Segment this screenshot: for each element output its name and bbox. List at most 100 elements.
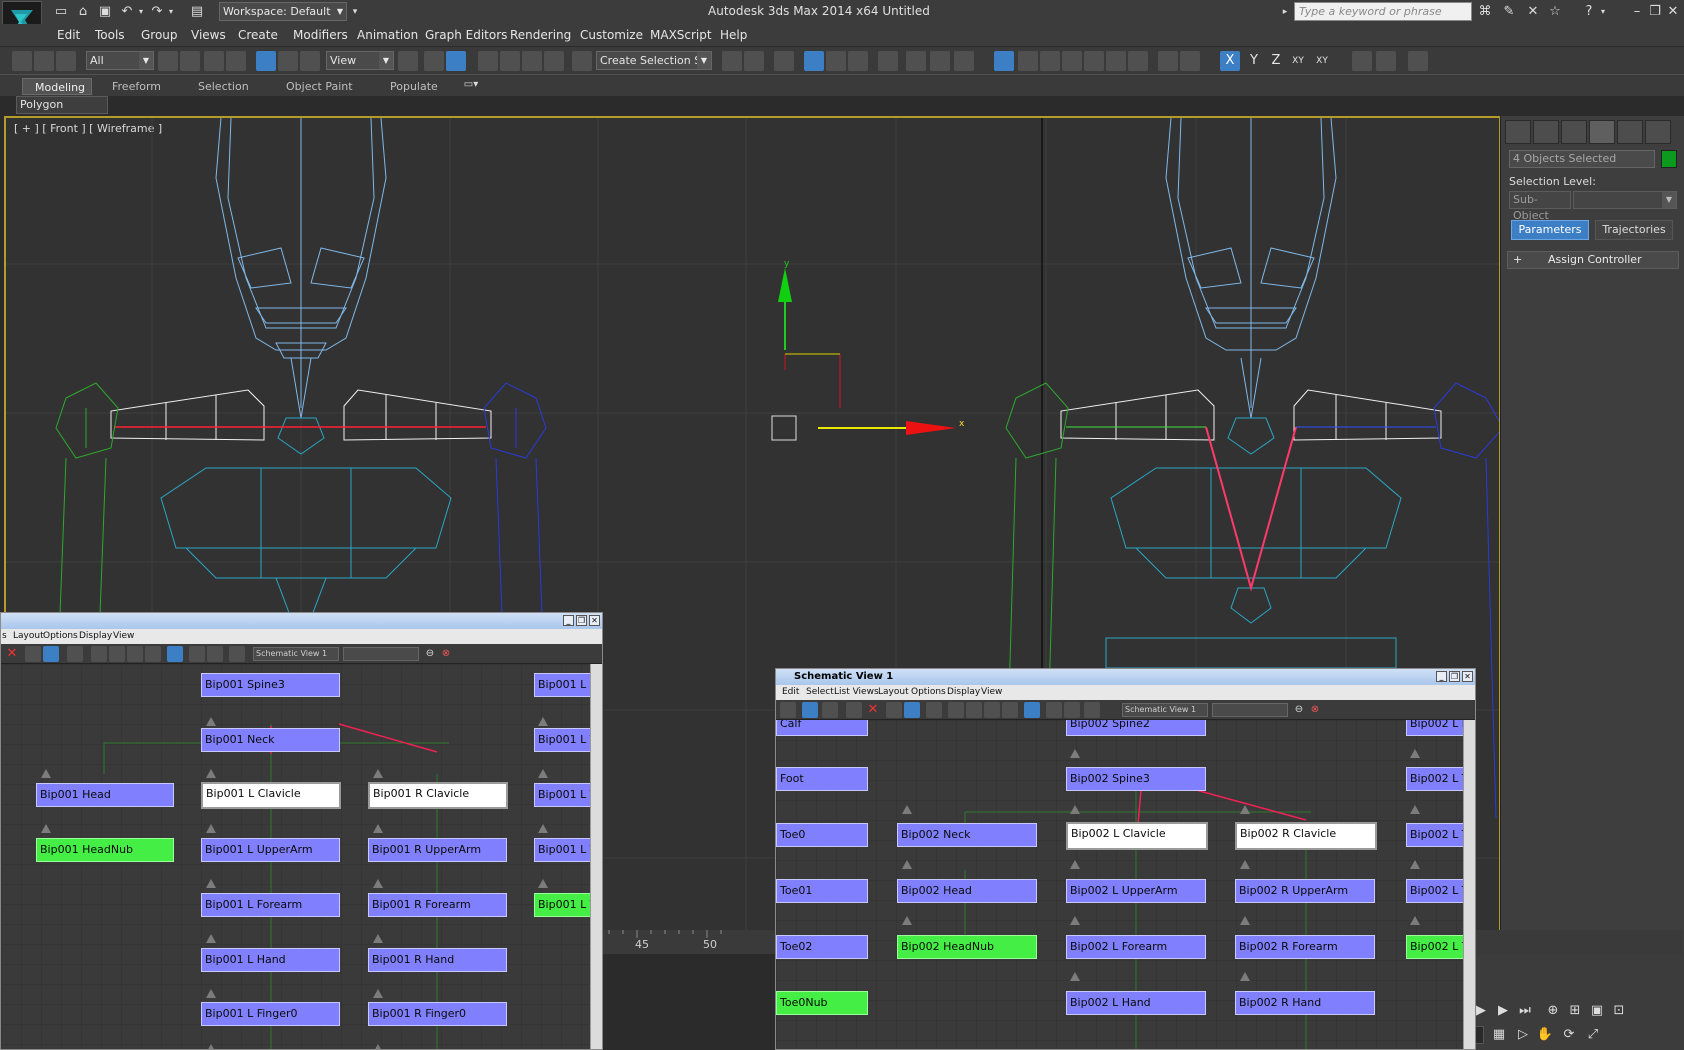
expand-node-icon[interactable] bbox=[373, 989, 383, 998]
connect-icon[interactable] bbox=[822, 702, 838, 718]
schematic-node[interactable]: Bip001 L UpperArm bbox=[201, 838, 340, 862]
menu-animation[interactable]: Animation bbox=[357, 28, 418, 42]
menu-modifiers[interactable]: Modifiers bbox=[293, 28, 348, 42]
vertical-scrollbar[interactable] bbox=[590, 664, 602, 1049]
curve-editor-icon[interactable] bbox=[826, 51, 846, 71]
help-dropdown-icon[interactable]: ▾ bbox=[1594, 3, 1612, 21]
expand-node-icon[interactable] bbox=[1240, 916, 1250, 925]
create-tab-icon[interactable] bbox=[1505, 120, 1531, 144]
open-file-icon[interactable]: ⌂ bbox=[74, 3, 92, 21]
axis-xy-button[interactable]: XY bbox=[1288, 51, 1308, 71]
scale-icon[interactable] bbox=[300, 51, 320, 71]
expand-node-icon[interactable] bbox=[1410, 805, 1420, 814]
time-config-icon[interactable]: ▦ bbox=[1490, 1026, 1508, 1044]
select-by-name-icon[interactable] bbox=[180, 51, 200, 71]
expand-node-icon[interactable] bbox=[902, 916, 912, 925]
pan-hand-icon[interactable]: ✋ bbox=[1536, 1026, 1554, 1044]
menu-layout[interactable]: Layout bbox=[13, 629, 44, 644]
workspace-dropdown[interactable]: Workspace: Default ▼ bbox=[219, 2, 347, 21]
expand-node-icon[interactable] bbox=[206, 879, 216, 888]
menu-views[interactable]: Views bbox=[191, 28, 226, 42]
zoom-icon[interactable]: ⊕ bbox=[1544, 1002, 1562, 1020]
schematic-node[interactable]: Bip002 L Hand bbox=[1066, 991, 1206, 1015]
schematic-node[interactable]: Bip002 Head bbox=[897, 879, 1037, 903]
expand-node-icon[interactable] bbox=[1070, 749, 1080, 758]
search-arrow-icon[interactable]: ▸ bbox=[1276, 3, 1294, 21]
expand-node-icon[interactable] bbox=[1410, 749, 1420, 758]
expand-node-icon[interactable] bbox=[373, 879, 383, 888]
tab-selection[interactable]: Selection bbox=[186, 78, 261, 95]
schem-tool-7-icon[interactable] bbox=[145, 646, 161, 662]
layer-manager-icon[interactable] bbox=[774, 51, 794, 71]
restore-icon[interactable]: ❐ bbox=[1449, 671, 1460, 682]
schematic-node[interactable]: Bip001 L To bbox=[534, 893, 590, 917]
selection-filter-dropdown[interactable]: All ▼ bbox=[86, 51, 154, 70]
menu-list-views[interactable]: List Views bbox=[834, 685, 879, 700]
schem-tool-11-icon[interactable] bbox=[1084, 702, 1100, 718]
select-manipulate-icon[interactable] bbox=[424, 51, 444, 71]
biped-tool-2-icon[interactable] bbox=[1040, 51, 1060, 71]
motion-tab-icon[interactable] bbox=[1589, 120, 1615, 144]
menu-help[interactable]: Help bbox=[720, 28, 747, 42]
tab-populate[interactable]: Populate bbox=[378, 78, 450, 95]
expand-node-icon[interactable] bbox=[902, 805, 912, 814]
new-file-icon[interactable]: ▭ bbox=[52, 3, 70, 21]
zoom-extents-icon[interactable]: ▣ bbox=[1588, 1002, 1606, 1020]
spinner-snap-icon[interactable] bbox=[544, 51, 564, 71]
schematic-node[interactable]: Bip002 Spine3 bbox=[1066, 767, 1206, 791]
display-floater-icon[interactable] bbox=[780, 702, 796, 718]
menu-display[interactable]: Display bbox=[79, 629, 112, 644]
schem-tool-8-icon[interactable] bbox=[167, 646, 183, 662]
ribbon-options-icon[interactable]: ▭▾ bbox=[462, 76, 480, 94]
display-tab-icon[interactable] bbox=[1617, 120, 1643, 144]
schematic-left-titlebar[interactable]: _ ❐ ✕ bbox=[1, 613, 602, 629]
schematic-node[interactable]: Bip002 Neck bbox=[897, 823, 1037, 847]
expand-node-icon[interactable] bbox=[373, 769, 383, 778]
hierarchy-tab-icon[interactable] bbox=[1561, 120, 1587, 144]
expand-node-icon[interactable] bbox=[373, 1044, 383, 1049]
schematic-node[interactable]: Toe0 bbox=[776, 823, 868, 847]
schem-tool-11-icon[interactable] bbox=[229, 646, 245, 662]
project-folder-icon[interactable]: ▤ bbox=[188, 3, 206, 21]
schem-tool-9-icon[interactable] bbox=[189, 646, 205, 662]
menu-create[interactable]: Create bbox=[238, 28, 278, 42]
schematic-node[interactable]: Bip002 L Forearm bbox=[1066, 935, 1206, 959]
biped-tool-5-icon[interactable] bbox=[1106, 51, 1126, 71]
restore-icon[interactable]: ❐ bbox=[576, 615, 587, 626]
axis-y-button[interactable]: Y bbox=[1244, 51, 1264, 71]
menu-display[interactable]: Display bbox=[947, 685, 980, 700]
go-to-end-icon[interactable]: ⏭ bbox=[1516, 1002, 1534, 1020]
move-icon[interactable] bbox=[256, 51, 276, 71]
trajectories-button[interactable]: Trajectories bbox=[1595, 220, 1673, 240]
menu-customize[interactable]: Customize bbox=[580, 28, 643, 42]
render-setup-icon[interactable] bbox=[906, 51, 926, 71]
schematic-node[interactable]: Bip001 L Finger0 bbox=[201, 1002, 340, 1026]
schematic-node[interactable]: Bip002 L Foo bbox=[1406, 720, 1463, 736]
named-selection-dropdown[interactable]: Create Selection Se ▼ bbox=[596, 51, 712, 70]
expand-node-icon[interactable] bbox=[41, 769, 51, 778]
close-icon[interactable]: ✕ bbox=[1462, 671, 1473, 682]
schematic-node[interactable]: Bip001 HeadNub bbox=[36, 838, 174, 862]
schematic-node[interactable]: Bip001 L Forearm bbox=[201, 893, 340, 917]
next-frame-icon[interactable]: ▶ bbox=[1494, 1002, 1512, 1020]
axis-z-button[interactable]: Z bbox=[1266, 51, 1286, 71]
assign-controller-rollout[interactable]: + Assign Controller bbox=[1507, 251, 1679, 269]
menu-tools[interactable]: Tools bbox=[95, 28, 125, 42]
schem-tool-2-icon[interactable] bbox=[904, 702, 920, 718]
restore-icon[interactable]: ❐ bbox=[1646, 3, 1664, 21]
biped-extra-2-icon[interactable] bbox=[1376, 51, 1396, 71]
binoculars-icon[interactable]: ⌘ bbox=[1476, 3, 1494, 21]
reference-coord-dropdown[interactable]: View ▼ bbox=[326, 51, 394, 70]
schematic-node[interactable]: Bip001 R Hand bbox=[368, 948, 507, 972]
favorites-star-icon[interactable]: ☆ bbox=[1546, 3, 1564, 21]
tab-modeling[interactable]: Modeling bbox=[22, 78, 92, 95]
menu-edit[interactable]: Edit bbox=[782, 685, 799, 700]
pivot-center-icon[interactable] bbox=[398, 51, 418, 71]
toggle-ribbon-icon[interactable] bbox=[804, 51, 824, 71]
expand-node-icon[interactable] bbox=[1410, 916, 1420, 925]
orbit-icon[interactable]: ⟳ bbox=[1560, 1026, 1578, 1044]
render-production-icon[interactable] bbox=[954, 51, 974, 71]
rendered-frame-icon[interactable] bbox=[930, 51, 950, 71]
schematic-node[interactable]: Bip002 L Toe bbox=[1406, 823, 1463, 847]
tab-freeform[interactable]: Freeform bbox=[100, 78, 173, 95]
